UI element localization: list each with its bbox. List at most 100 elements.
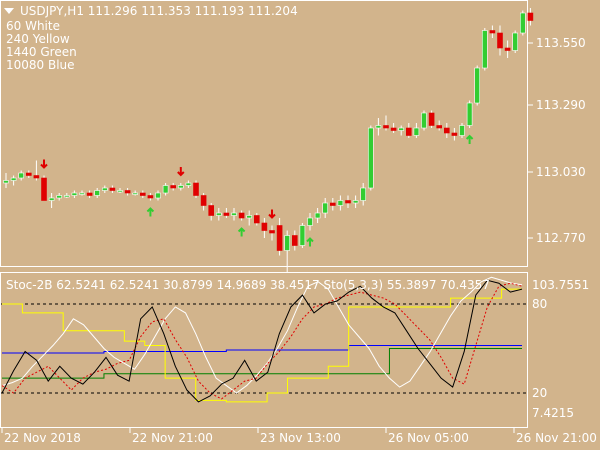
sell-arrow-icon (268, 209, 276, 219)
stoch-line-10080 (2, 345, 522, 354)
bear-candle (428, 112, 435, 126)
signal-arrows (40, 134, 474, 247)
bull-candle (231, 212, 237, 216)
bear-candle (276, 225, 283, 251)
bear-candle (223, 212, 230, 216)
bear-candle (124, 190, 131, 194)
indicator-scale-top: 103.7551 (532, 278, 589, 292)
bear-candle (200, 195, 207, 206)
bull-candle (352, 200, 359, 204)
bear-candle (41, 177, 47, 201)
buy-arrow-icon (237, 227, 246, 237)
bull-candle (185, 182, 192, 186)
legend-10080: 10080 Blue (6, 58, 75, 72)
bear-candle (140, 192, 146, 196)
bear-candle (254, 215, 260, 224)
bull-candle (162, 185, 169, 194)
bull-candle (18, 172, 25, 179)
chart-canvas: USDJPY,H1 111.296 111.353 111.193 111.20… (0, 0, 597, 445)
bear-candle (33, 175, 40, 179)
bull-candle (337, 200, 344, 206)
bear-candle (443, 127, 450, 134)
bull-candle (459, 125, 465, 136)
chart-menu-triangle-icon[interactable] (4, 8, 14, 14)
bear-candle (208, 205, 214, 216)
bull-candle (178, 185, 184, 189)
bull-candle (519, 12, 526, 34)
price-axis: 113.550 113.290 113.030 112.770 (528, 36, 586, 245)
bear-candle (383, 125, 389, 129)
bull-candle (64, 195, 70, 198)
bull-candle (421, 112, 427, 129)
bear-candle (451, 132, 458, 136)
bull-candle (102, 187, 108, 191)
bull-candle (413, 127, 420, 136)
bear-candle (291, 235, 298, 246)
indicator-level-80: 80 (532, 297, 547, 311)
price-tick: 113.290 (536, 98, 586, 112)
indicator-header: Stoc-2B 62.5241 62.5241 30.8799 14.9689 … (6, 278, 490, 292)
legend-60: 60 White (6, 19, 60, 33)
bull-candle (307, 217, 313, 226)
bull-candle (71, 192, 78, 196)
price-tick: 113.030 (536, 165, 586, 179)
time-label: 26 Nov 05:00 (388, 431, 469, 445)
bull-candle (155, 192, 161, 199)
bear-candle (390, 127, 397, 131)
bear-candle (109, 187, 116, 191)
bear-candle (436, 125, 443, 129)
bear-candle (86, 192, 93, 196)
bull-candle (367, 127, 374, 189)
bear-candle (504, 47, 511, 51)
bull-candle (246, 215, 252, 219)
bear-candle (405, 127, 412, 136)
stoch-line-60 (1, 276, 523, 394)
stoch-line-sto-signal (1, 282, 523, 400)
bear-candle (261, 222, 268, 231)
bear-candle (25, 172, 32, 176)
bull-candle (398, 127, 405, 131)
bull-candle (512, 32, 519, 51)
bull-candle (117, 190, 123, 193)
buy-arrow-icon (306, 237, 314, 247)
legend-1440: 1440 Green (6, 45, 77, 59)
bull-candle (132, 192, 138, 195)
bull-candle (216, 212, 222, 216)
bull-candle (48, 197, 55, 201)
bull-candle (79, 192, 85, 195)
candlestick-series (3, 8, 534, 273)
bull-candle (10, 177, 17, 181)
legend-240: 240 Yellow (6, 32, 70, 46)
bull-candle (284, 235, 291, 251)
indicator-scale-bottom: 7.4215 (532, 406, 574, 420)
bull-candle (474, 67, 481, 104)
bear-candle (193, 182, 199, 196)
bear-candle (489, 30, 496, 34)
time-label: 22 Nov 21:00 (132, 431, 213, 445)
bear-candle (238, 212, 245, 219)
indicator-axis: 103.7551 80 20 7.4215 (532, 278, 589, 420)
bull-candle (466, 102, 473, 126)
buy-arrow-icon (146, 207, 155, 217)
bull-candle (375, 125, 382, 129)
bull-candle (94, 190, 100, 196)
bear-candle (527, 12, 534, 21)
buy-arrow-icon (465, 134, 474, 144)
symbol-header: USDJPY,H1 111.296 111.353 111.193 111.20… (20, 4, 298, 18)
bull-candle (3, 180, 9, 184)
sell-arrow-icon (177, 167, 185, 177)
bull-candle (56, 195, 63, 199)
bear-candle (497, 32, 503, 49)
price-tick: 112.770 (536, 231, 586, 245)
time-axis: 22 Nov 2018 22 Nov 21:00 23 Nov 13:00 26… (1, 428, 597, 445)
bull-candle (322, 202, 329, 214)
bull-candle (299, 225, 306, 246)
bear-candle (329, 202, 336, 206)
time-label: 26 Nov 21:00 (516, 431, 597, 445)
stochastic-lines (1, 276, 523, 403)
stoch-line-sto-main (1, 279, 523, 403)
price-tick: 113.550 (536, 36, 586, 50)
bear-candle (170, 185, 176, 189)
time-label: 23 Nov 13:00 (260, 431, 341, 445)
bear-candle (269, 230, 275, 234)
